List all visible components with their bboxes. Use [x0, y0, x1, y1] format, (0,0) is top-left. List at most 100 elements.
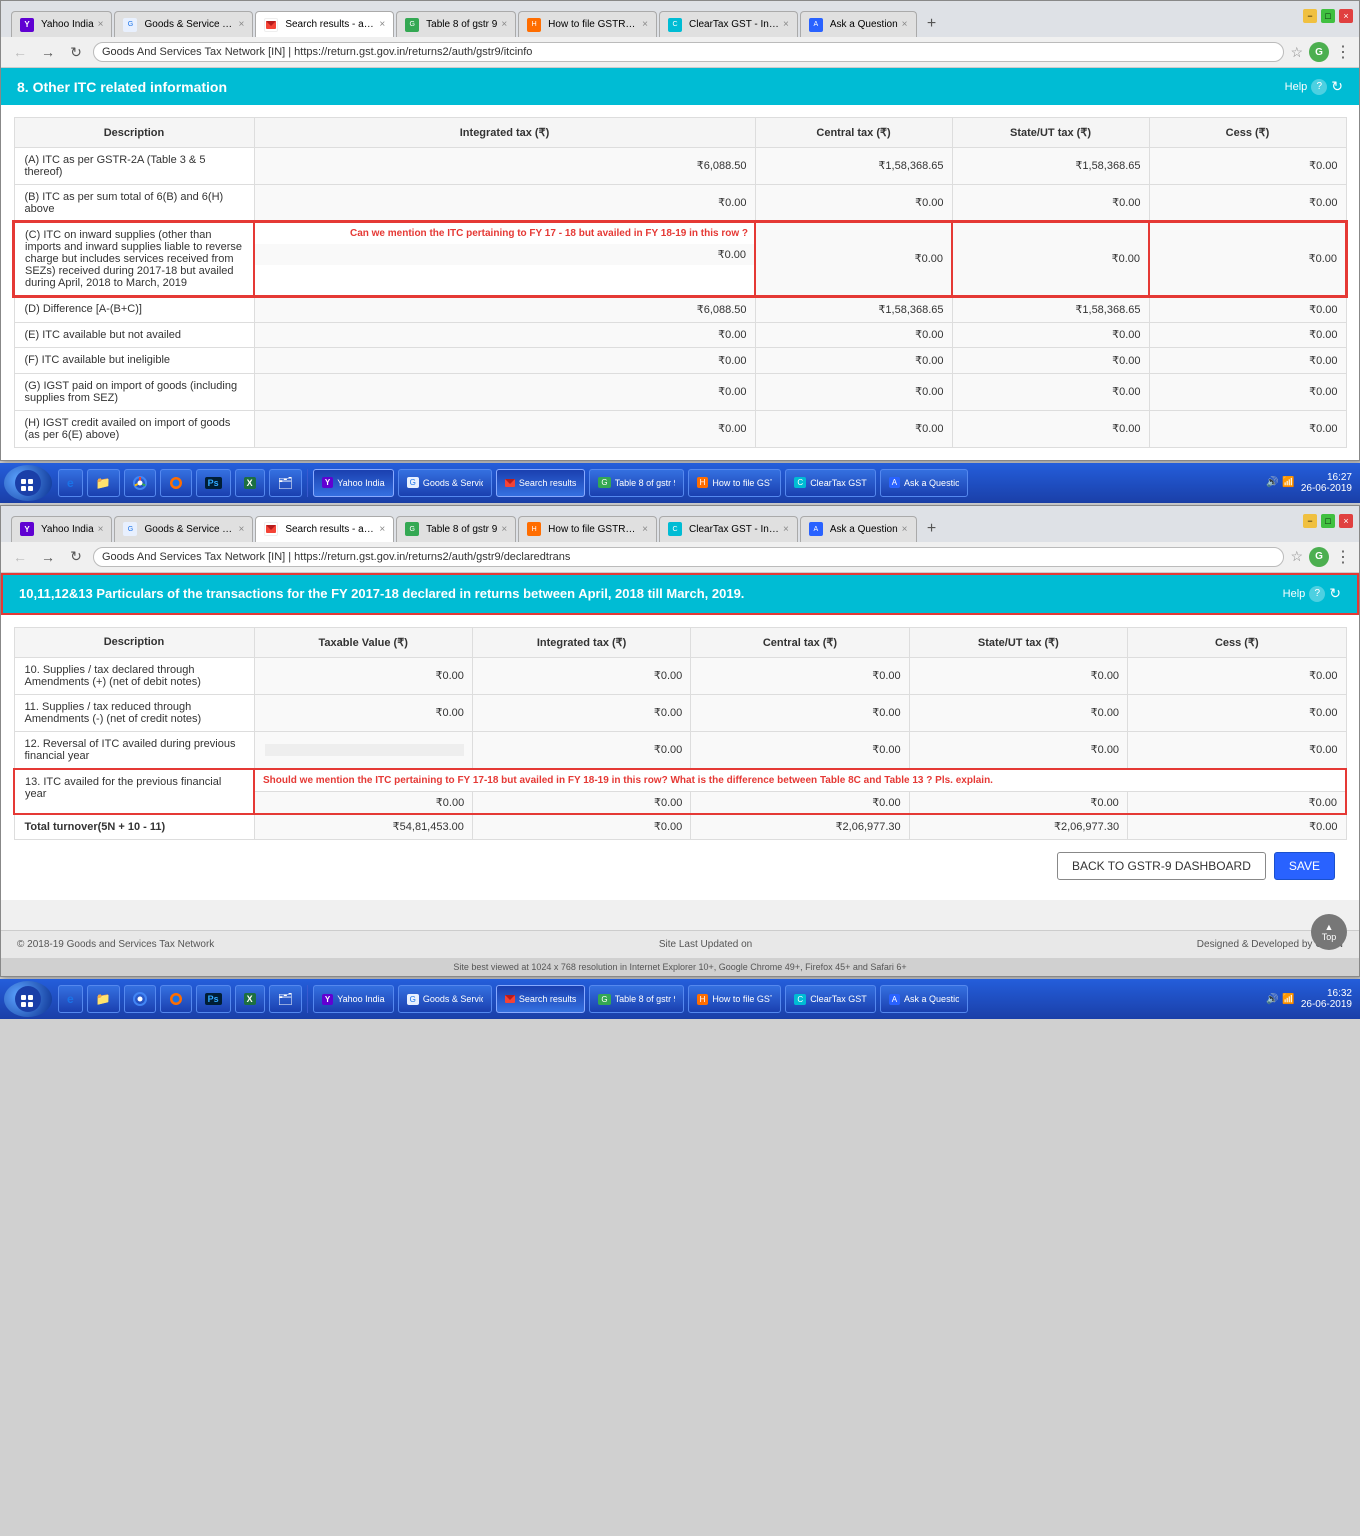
start-btn-1[interactable] — [4, 465, 52, 501]
tab-ask[interactable]: A Ask a Question × — [800, 11, 917, 37]
row-12-taxable[interactable] — [254, 731, 472, 769]
back-btn-1[interactable]: ← — [9, 41, 31, 63]
tab-table8[interactable]: G Table 8 of gstr 9 × — [396, 11, 516, 37]
tab-howto-close[interactable]: × — [642, 19, 648, 30]
maximize-btn-1[interactable]: □ — [1321, 9, 1335, 23]
menu-btn-2[interactable]: ⋮ — [1335, 547, 1351, 567]
taskbar-excel-btn-2[interactable]: X — [235, 985, 265, 1013]
taskbar-gst-btn-1[interactable]: G Goods & Service — [398, 469, 492, 497]
taskbar-howto-btn-2[interactable]: H How to file GSTR — [688, 985, 782, 1013]
row-11-integrated[interactable] — [472, 694, 690, 731]
taskbar-folder-btn-2[interactable]: 🗂 — [269, 985, 302, 1013]
bookmark-btn-1[interactable]: ☆ — [1290, 44, 1303, 61]
tab-goods-2[interactable]: G Goods & Service T... × — [114, 516, 253, 542]
scroll-top-btn[interactable]: ▲ Top — [1311, 914, 1347, 950]
refresh-icon-1[interactable]: ↻ — [1331, 78, 1343, 95]
row-e-cess[interactable] — [1149, 322, 1346, 348]
taskbar-ie-btn-2[interactable]: e — [58, 985, 83, 1013]
row-10-state[interactable] — [909, 657, 1127, 694]
row-b-central[interactable] — [755, 185, 952, 223]
section1-help-btn[interactable]: Help ? ↻ — [1285, 78, 1343, 95]
row-f-integrated[interactable] — [254, 348, 755, 374]
taskbar-firefox-btn[interactable] — [160, 469, 192, 497]
taskbar-cleartax-btn-2[interactable]: C ClearTax GST — [785, 985, 875, 1013]
row-d-integrated[interactable] — [254, 296, 755, 322]
row-b-integrated[interactable] — [254, 185, 755, 223]
row-e-state[interactable] — [952, 322, 1149, 348]
url-box-2[interactable]: Goods And Services Tax Network [IN] | ht… — [93, 547, 1284, 567]
start-btn-2[interactable] — [4, 981, 52, 1017]
tab-search-results-1[interactable]: Search results - an... × — [255, 11, 394, 37]
tab-goods[interactable]: G Goods & Service T... × — [114, 11, 253, 37]
reload-btn-1[interactable]: ↻ — [65, 41, 87, 63]
row-g-central[interactable] — [755, 373, 952, 410]
row-11-cess[interactable] — [1128, 694, 1346, 731]
row-total-state[interactable] — [909, 814, 1127, 840]
row-11-central[interactable] — [691, 694, 909, 731]
menu-btn-1[interactable]: ⋮ — [1335, 42, 1351, 62]
taskbar-ps-btn-2[interactable]: Ps — [196, 985, 231, 1013]
profile-btn-1[interactable]: G — [1309, 42, 1329, 62]
taskbar-files-btn[interactable]: 📁 — [87, 469, 120, 497]
row-a-central-input[interactable] — [766, 160, 944, 172]
taskbar-firefox-btn-2[interactable] — [160, 985, 192, 1013]
row-11-taxable[interactable] — [254, 694, 472, 731]
row-g-cess[interactable] — [1149, 373, 1346, 410]
save-btn[interactable]: SAVE — [1274, 852, 1335, 880]
tab-howto-close-2[interactable]: × — [642, 524, 648, 535]
row-11-state[interactable] — [909, 694, 1127, 731]
tab-table8-close[interactable]: × — [501, 19, 507, 30]
network-icon-2[interactable]: 📶 — [1282, 994, 1294, 1005]
row-g-integrated[interactable] — [254, 373, 755, 410]
taskbar-table8-btn[interactable]: G Table 8 of gstr 9 — [589, 469, 683, 497]
row-a-state[interactable] — [952, 148, 1149, 185]
taskbar-ask-btn-2[interactable]: A Ask a Question — [880, 985, 968, 1013]
taskbar-chrome-btn-2[interactable] — [124, 985, 156, 1013]
row-d-cess[interactable] — [1149, 296, 1346, 322]
volume-icon[interactable]: 🔊 — [1266, 477, 1278, 488]
row-h-integrated[interactable] — [254, 410, 755, 447]
row-10-cess[interactable] — [1128, 657, 1346, 694]
url-box-1[interactable]: Goods And Services Tax Network [IN] | ht… — [93, 42, 1284, 62]
taskbar-folder-btn[interactable]: 🗂 — [269, 469, 302, 497]
taskbar-ps-btn[interactable]: Ps — [196, 469, 231, 497]
back-to-dashboard-btn[interactable]: BACK TO GSTR-9 DASHBOARD — [1057, 852, 1266, 880]
row-c-cess[interactable] — [1149, 222, 1346, 296]
row-12-state[interactable] — [909, 731, 1127, 769]
tab-goods-close[interactable]: × — [238, 19, 244, 30]
maximize-btn-2[interactable]: □ — [1321, 514, 1335, 528]
tab-ask-close[interactable]: × — [902, 19, 908, 30]
row-12-integrated[interactable] — [472, 731, 690, 769]
row-e-integrated[interactable] — [254, 322, 755, 348]
row-total-cess[interactable] — [1128, 814, 1346, 840]
bookmark-btn-2[interactable]: ☆ — [1290, 548, 1303, 565]
network-icon[interactable]: 📶 — [1282, 477, 1294, 488]
tab-cleartax-close[interactable]: × — [783, 19, 789, 30]
minimize-btn-1[interactable]: − — [1303, 9, 1317, 23]
tab-ask-close-2[interactable]: × — [902, 524, 908, 535]
tab-search-close-2[interactable]: × — [379, 524, 385, 535]
taskbar-ie-btn[interactable]: e — [58, 469, 83, 497]
row-b-cess[interactable] — [1149, 185, 1346, 223]
row-a-integrated[interactable] — [254, 148, 755, 185]
row-f-central[interactable] — [755, 348, 952, 374]
taskbar-yahoo-btn[interactable]: Y Yahoo India — [313, 469, 394, 497]
taskbar-excel-btn[interactable]: X — [235, 469, 265, 497]
profile-btn-2[interactable]: G — [1309, 547, 1329, 567]
refresh-icon-2[interactable]: ↻ — [1329, 585, 1341, 602]
row-h-central[interactable] — [755, 410, 952, 447]
close-btn-2[interactable]: × — [1339, 514, 1353, 528]
row-a-cess[interactable] — [1149, 148, 1346, 185]
taskbar-chrome-btn[interactable] — [124, 469, 156, 497]
taskbar-files-btn-2[interactable]: 📁 — [87, 985, 120, 1013]
tab-howto-2[interactable]: H How to file GSTR-S... × — [518, 516, 657, 542]
row-d-state[interactable] — [952, 296, 1149, 322]
tab-table8-close-2[interactable]: × — [501, 524, 507, 535]
row-c-state[interactable] — [952, 222, 1149, 296]
row-c-central[interactable] — [755, 222, 952, 296]
tab-goods-close-2[interactable]: × — [238, 524, 244, 535]
new-tab-btn-1[interactable]: + — [919, 11, 945, 37]
close-btn-1[interactable]: × — [1339, 9, 1353, 23]
tab-yahoo-close[interactable]: × — [98, 19, 104, 30]
taskbar-yahoo-btn-2[interactable]: Y Yahoo India — [313, 985, 394, 1013]
